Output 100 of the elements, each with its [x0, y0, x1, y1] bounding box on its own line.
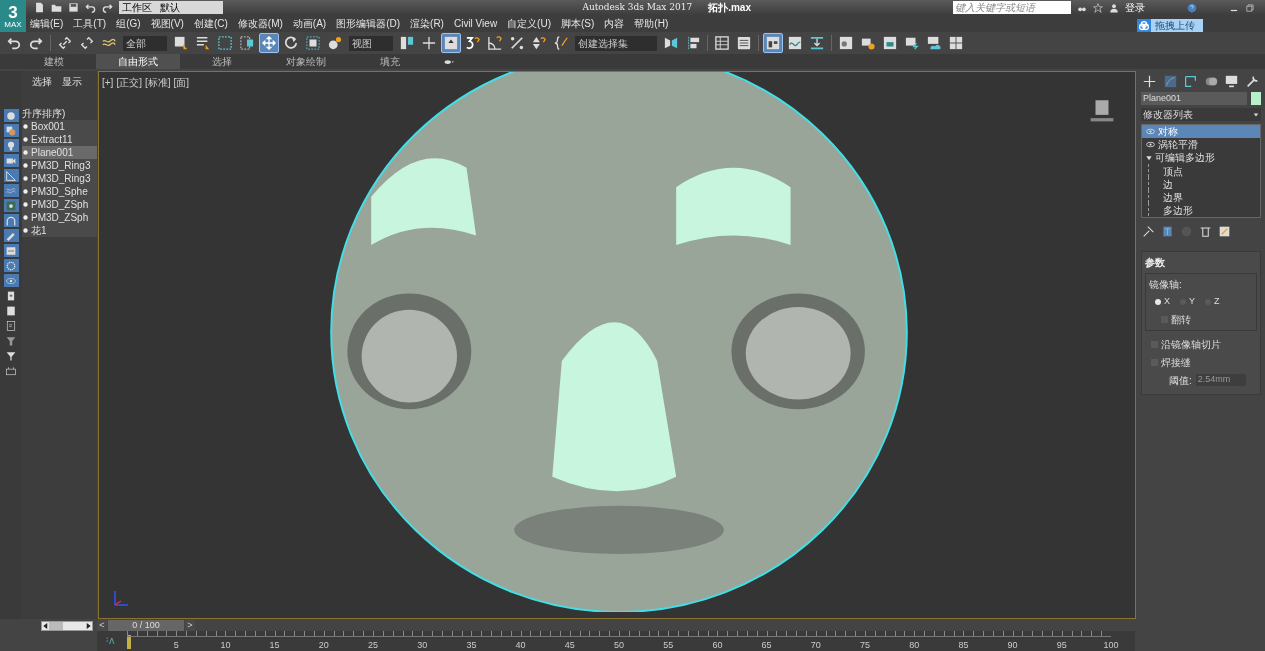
viewport-label[interactable]: [+]: [102, 75, 114, 90]
ribbon-tab[interactable]: 填充: [348, 54, 432, 69]
filter-button[interactable]: [3, 154, 19, 167]
checkbox[interactable]: 沿镜像轴切片: [1145, 336, 1257, 352]
menu-item[interactable]: 动画(A): [292, 16, 327, 31]
menu-item[interactable]: 工具(T): [73, 16, 107, 31]
folder-icon[interactable]: [51, 2, 62, 13]
filter-button[interactable]: [3, 139, 19, 152]
stack-item[interactable]: 可编辑多边形: [1142, 151, 1260, 164]
threshold-field[interactable]: 2.54mm: [1195, 374, 1246, 386]
app-logo[interactable]: 3 MAX: [0, 0, 26, 32]
cloud-icon[interactable]: [1137, 18, 1151, 33]
ribbon-tab[interactable]: 选择: [180, 54, 264, 69]
scene-item[interactable]: PM3D_Sphe: [22, 185, 97, 198]
filter-button[interactable]: [3, 109, 19, 122]
monitor-icon[interactable]: [1225, 74, 1239, 88]
search-field[interactable]: 键入关键字或短语: [953, 1, 1071, 14]
column-header[interactable]: 升序排序): [22, 107, 97, 120]
time-slider-thumb[interactable]: 0 / 100: [108, 619, 184, 631]
filter-button[interactable]: [3, 124, 19, 137]
menu-item[interactable]: 创建(C): [193, 16, 228, 31]
filter-button[interactable]: [3, 199, 19, 212]
scene-item[interactable]: Plane001: [22, 146, 97, 159]
menu-item[interactable]: 脚本(S): [561, 16, 595, 31]
scene-item[interactable]: PM3D_ZSph: [22, 198, 97, 211]
filter-button[interactable]: [3, 274, 19, 287]
hierarchy-icon[interactable]: [1184, 74, 1198, 88]
ribbon-tab[interactable]: 自由形式: [96, 54, 180, 69]
filter-button[interactable]: [3, 229, 19, 242]
menu-item[interactable]: 内容: [604, 16, 625, 31]
stack-item[interactable]: 对称: [1142, 125, 1260, 138]
login-link[interactable]: 登录: [1125, 0, 1145, 15]
sub-object-item[interactable]: 边: [1148, 177, 1260, 190]
horizontal-scrollbar[interactable]: [41, 621, 93, 631]
explorer-tab[interactable]: 选择: [32, 73, 52, 89]
restore-icon[interactable]: [1245, 2, 1255, 13]
filter-button[interactable]: [3, 184, 19, 197]
filter-button[interactable]: [3, 244, 19, 257]
redo-icon[interactable]: [102, 2, 113, 13]
dropdown[interactable]: 视图: [349, 35, 393, 51]
trash-icon[interactable]: [1200, 225, 1211, 237]
menu-item[interactable]: 修改器(M): [237, 16, 283, 31]
toolbar-button[interactable]: [485, 33, 505, 53]
help-icon[interactable]: [1187, 2, 1197, 13]
explorer-tab[interactable]: 显示: [62, 73, 82, 89]
ribbon-tab[interactable]: 对象绘制: [264, 54, 348, 69]
modifier-stack[interactable]: 对称 涡轮平滑 可编辑多边形 顶点 边 边界 多边形: [1141, 124, 1261, 218]
filter-button[interactable]: [3, 169, 19, 182]
menu-item[interactable]: 图形编辑器(D): [336, 16, 401, 31]
scene-item[interactable]: PM3D_Ring3: [22, 159, 97, 172]
wrench-icon[interactable]: [1245, 74, 1259, 88]
new-file-icon[interactable]: [34, 2, 45, 13]
filter-button[interactable]: [3, 364, 19, 377]
name-field[interactable]: Plane001: [1141, 92, 1247, 105]
undo-icon[interactable]: [85, 2, 96, 13]
next-frame-button[interactable]: >: [185, 619, 195, 631]
scene-item[interactable]: 花1: [22, 224, 97, 237]
ribbon-tab[interactable]: 建模: [12, 54, 96, 69]
expanded-triangle-icon[interactable]: [1146, 154, 1152, 161]
scene-item[interactable]: PM3D_Ring3: [22, 172, 97, 185]
dropdown[interactable]: 创建选择集: [575, 35, 657, 51]
menu-item[interactable]: 视图(V): [150, 16, 184, 31]
sub-object-item[interactable]: 多边形: [1148, 203, 1260, 216]
save-icon[interactable]: [68, 2, 79, 13]
menu-item[interactable]: 帮助(H): [634, 16, 669, 31]
viewport-label[interactable]: [正交]: [116, 75, 142, 90]
modify-curve-icon[interactable]: [1163, 74, 1177, 88]
menu-item[interactable]: 编辑(E): [30, 16, 64, 31]
checkbox[interactable]: 焊接缝: [1145, 354, 1257, 370]
radio-button[interactable]: X: [1155, 295, 1170, 309]
menu-item[interactable]: 自定义(U): [507, 16, 551, 31]
rollout-title[interactable]: 参数: [1145, 255, 1257, 270]
color-swatch[interactable]: [1251, 92, 1261, 105]
workspace-dropdown[interactable]: 工作区 默认: [119, 1, 223, 14]
menu-item[interactable]: 渲染(R): [410, 16, 444, 31]
pin-icon[interactable]: [1143, 225, 1154, 237]
configure-icon[interactable]: [1219, 225, 1230, 237]
filter-button[interactable]: [3, 259, 19, 272]
toolbar-button[interactable]: [763, 33, 783, 53]
stack-item[interactable]: 涡轮平滑: [1142, 138, 1260, 151]
scene-item[interactable]: Box001: [22, 120, 97, 133]
radio-button[interactable]: Z: [1205, 295, 1220, 309]
viewport-label[interactable]: [标准]: [144, 75, 171, 90]
sub-object-item[interactable]: 顶点: [1148, 164, 1260, 177]
viewport[interactable]: [+] [正交] [标准] [面]: [98, 71, 1136, 619]
viewport-label[interactable]: [面]: [173, 75, 190, 90]
filter-button[interactable]: [3, 214, 19, 227]
eye-icon[interactable]: [1146, 140, 1155, 149]
stack-result-icon[interactable]: [1162, 225, 1173, 237]
toolbar-button[interactable]: [303, 33, 323, 53]
toolbar-button[interactable]: [712, 33, 732, 53]
menu-item[interactable]: Civil View: [453, 16, 498, 31]
user-icon[interactable]: [1109, 2, 1119, 13]
viewcube-icon[interactable]: [1089, 97, 1115, 123]
previous-frame-button[interactable]: <: [97, 619, 107, 631]
scene-item[interactable]: PM3D_ZSph: [22, 211, 97, 224]
star-icon[interactable]: [1093, 2, 1103, 13]
toolbar-button[interactable]: [441, 33, 461, 53]
key-filter-icon[interactable]: [105, 635, 117, 647]
modifier-list-dropdown[interactable]: 修改器列表: [1141, 108, 1261, 121]
